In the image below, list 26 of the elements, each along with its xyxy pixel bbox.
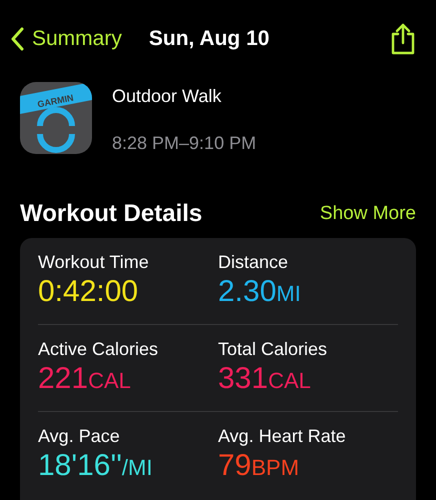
time-range: 8:28 PM–9:10 PM xyxy=(112,133,256,154)
metric-label: Active Calories xyxy=(38,339,160,360)
metric-value: 221 xyxy=(38,362,88,396)
metric-label: Distance xyxy=(218,252,290,273)
metric-value: 79 xyxy=(218,449,252,483)
metric-label: Total Calories xyxy=(218,339,328,360)
metric-unit: CAL xyxy=(268,368,311,394)
metric-label: Avg. Heart Rate xyxy=(218,426,347,447)
section-title: Workout Details xyxy=(20,200,202,228)
metric-value: 2.30 xyxy=(218,275,276,309)
metric-label: Avg. Pace xyxy=(38,426,121,447)
show-more-link[interactable]: Show More xyxy=(320,203,416,225)
share-icon[interactable] xyxy=(390,23,416,55)
metric-unit: CAL xyxy=(88,368,131,394)
workout-name: Outdoor Walk xyxy=(112,86,222,107)
metric-value: 0:42:00 xyxy=(38,275,138,309)
app-icon: GARMIN xyxy=(20,82,92,154)
chevron-left-icon xyxy=(10,27,24,51)
metric-value: 18'16'' xyxy=(38,449,122,483)
metric-label: Workout Time xyxy=(38,252,150,273)
nav-title: Sun, Aug 10 xyxy=(148,27,270,51)
back-button[interactable]: Summary xyxy=(10,27,122,51)
metric-unit: BPM xyxy=(251,455,300,481)
metric-unit: MI xyxy=(276,281,301,307)
metric-unit: /MI xyxy=(122,455,152,481)
metric-value: 331 xyxy=(218,362,268,396)
